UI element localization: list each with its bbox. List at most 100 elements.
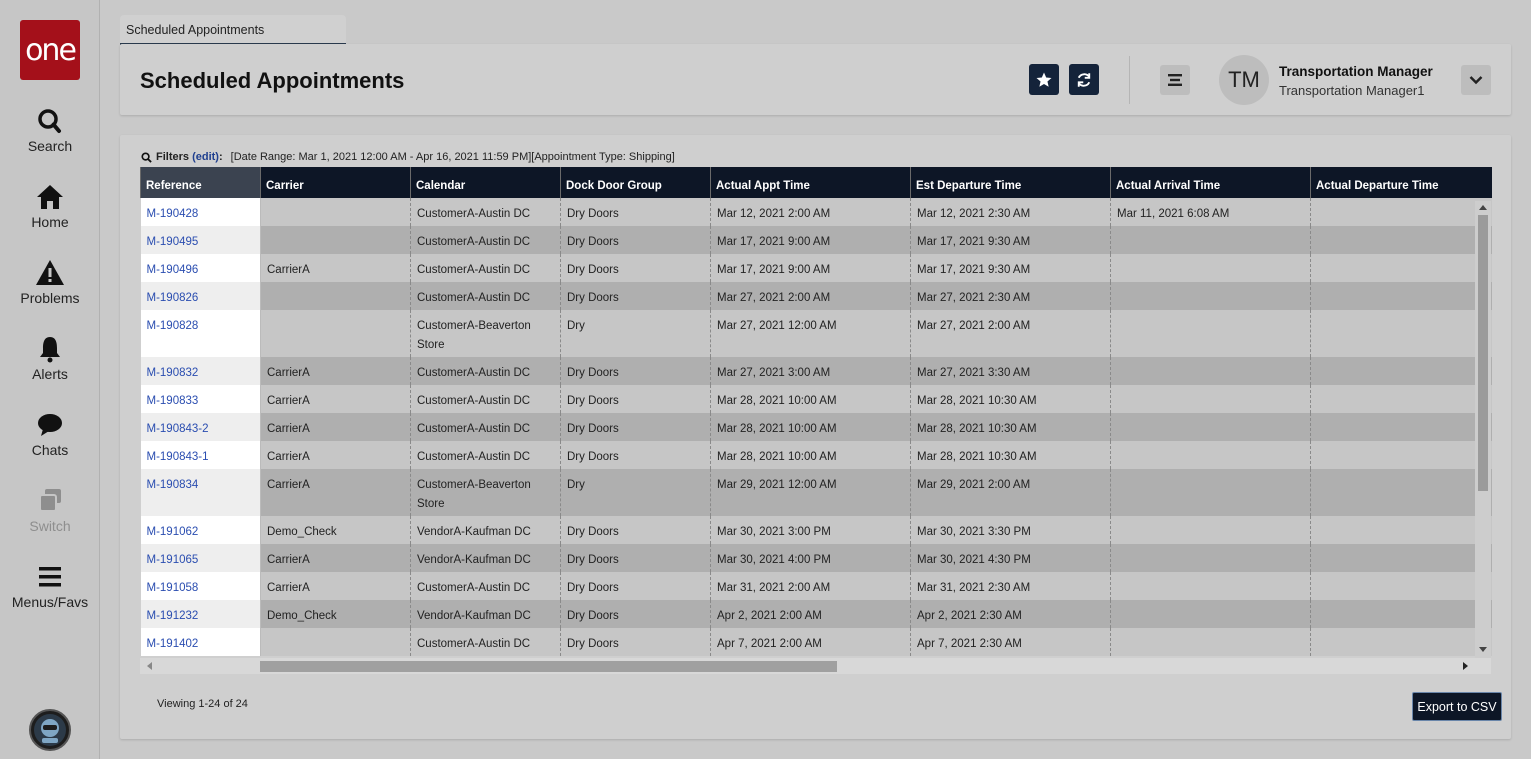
page-menu-button[interactable] <box>1160 65 1190 95</box>
cell-actual-appt-time: Mar 27, 2021 2:00 AM <box>710 282 911 310</box>
search-icon <box>38 109 61 133</box>
horizontal-scroll-thumb[interactable] <box>260 661 837 672</box>
scroll-right-arrow-icon[interactable] <box>1463 662 1469 670</box>
appointments-table: Reference Carrier Calendar Dock Door Gro… <box>140 167 1492 656</box>
nav-alerts-label: Alerts <box>32 366 68 382</box>
table-row[interactable]: M-190833 CarrierA CustomerA-Austin DC Dry D… <box>140 385 1492 413</box>
filters-edit-link[interactable]: (edit) <box>192 151 219 163</box>
cell-dock-door-group: Dry Doors <box>560 385 711 413</box>
cell-reference: M-190843-1 <box>140 441 261 469</box>
table-row[interactable]: M-190428 CustomerA-Austin DC Dry Doors Mar … <box>140 198 1492 226</box>
reference-link[interactable]: M-190843-2 <box>147 423 209 435</box>
cell-dock-door-group: Dry Doors <box>560 413 711 441</box>
cell-est-departure-time: Mar 27, 2021 2:30 AM <box>910 282 1111 310</box>
reference-link[interactable]: M-190495 <box>147 236 199 248</box>
cell-carrier <box>260 628 411 656</box>
reference-link[interactable]: M-190826 <box>147 292 199 304</box>
reference-link[interactable]: M-191065 <box>147 554 199 566</box>
reference-link[interactable]: M-191232 <box>147 610 199 622</box>
vertical-scroll-thumb[interactable] <box>1478 215 1488 491</box>
table-row[interactable]: M-190843-1 CarrierA CustomerA-Austin DC Dry… <box>140 441 1492 469</box>
cell-calendar: CustomerA-Austin DC <box>410 282 561 310</box>
reference-link[interactable]: M-190828 <box>147 320 199 332</box>
table-row[interactable]: M-190495 CustomerA-Austin DC Dry Doors Mar … <box>140 226 1492 254</box>
assistant-avatar[interactable] <box>29 709 71 751</box>
cell-dock-door-group: Dry Doors <box>560 226 711 254</box>
user-name: Transportation Manager <box>1279 64 1433 79</box>
column-header-actual-arrival-time[interactable]: Actual Arrival Time <box>1110 167 1311 198</box>
filters-colon: : <box>218 151 223 163</box>
table-row[interactable]: M-191065 CarrierA VendorA-Kaufman DC Dry Do… <box>140 544 1492 572</box>
column-header-actual-departure-time[interactable]: Actual Departure Time <box>1310 167 1492 198</box>
table-row[interactable]: M-190826 CustomerA-Austin DC Dry Doors Mar … <box>140 282 1492 310</box>
column-header-calendar[interactable]: Calendar <box>410 167 561 198</box>
column-header-carrier[interactable]: Carrier <box>260 167 411 198</box>
nav-chats-label: Chats <box>31 442 69 458</box>
cell-est-departure-time: Mar 12, 2021 2:30 AM <box>910 198 1111 226</box>
reference-link[interactable]: M-191058 <box>147 582 199 594</box>
reference-link[interactable]: M-190496 <box>147 264 199 276</box>
column-header-dock-door-group[interactable]: Dock Door Group <box>560 167 711 198</box>
scroll-up-arrow-icon[interactable] <box>1479 204 1487 210</box>
brand-logo[interactable]: one <box>20 20 80 80</box>
reference-link[interactable]: M-191402 <box>147 638 199 650</box>
nav-search[interactable]: Search <box>0 107 100 154</box>
tab-scheduled-appointments[interactable]: Scheduled Appointments <box>120 15 346 45</box>
reference-link[interactable]: M-191062 <box>147 526 199 538</box>
nav-home-label: Home <box>31 214 69 230</box>
table-row[interactable]: M-190832 CarrierA CustomerA-Austin DC Dry D… <box>140 357 1492 385</box>
cell-actual-departure-time <box>1310 469 1492 516</box>
table-row[interactable]: M-191232 Demo_Check VendorA-Kaufman DC Dry … <box>140 600 1492 628</box>
cell-dock-door-group: Dry Doors <box>560 198 711 226</box>
cell-actual-appt-time: Apr 7, 2021 2:00 AM <box>710 628 911 656</box>
table-body: M-190428 CustomerA-Austin DC Dry Doors Mar … <box>140 198 1492 656</box>
cell-carrier <box>260 310 411 357</box>
cell-est-departure-time: Mar 31, 2021 2:30 AM <box>910 572 1111 600</box>
table-row[interactable]: M-191062 Demo_Check VendorA-Kaufman DC Dry … <box>140 516 1492 544</box>
table-row[interactable]: M-190828 CustomerA-Beaverton Store Dry Mar … <box>140 310 1492 357</box>
table-row[interactable]: M-190496 CarrierA CustomerA-Austin DC Dry D… <box>140 254 1492 282</box>
table-row[interactable]: M-190834 CarrierA CustomerA-Beaverton Stor… <box>140 469 1492 516</box>
favorite-button[interactable] <box>1029 64 1059 95</box>
cell-dock-door-group: Dry Doors <box>560 357 711 385</box>
table-row[interactable]: M-191058 CarrierA CustomerA-Austin DC Dry D… <box>140 572 1492 600</box>
reference-link[interactable]: M-190843-1 <box>147 451 209 463</box>
refresh-button[interactable] <box>1069 64 1099 95</box>
cell-reference: M-190828 <box>140 310 261 357</box>
user-dropdown-button[interactable] <box>1461 65 1491 95</box>
nav-chats[interactable]: Chats <box>0 411 100 458</box>
user-avatar[interactable]: TM <box>1219 55 1269 105</box>
cell-actual-arrival-time <box>1110 441 1311 469</box>
chat-bubble-icon <box>38 414 62 436</box>
cell-actual-departure-time <box>1310 441 1492 469</box>
nav-menus-favs[interactable]: Menus/Favs <box>0 563 100 610</box>
scroll-down-arrow-icon[interactable] <box>1479 647 1487 653</box>
export-csv-button[interactable]: Export to CSV <box>1412 692 1502 721</box>
column-header-reference[interactable]: Reference <box>140 167 261 198</box>
cell-actual-departure-time <box>1310 628 1492 656</box>
cell-carrier: CarrierA <box>260 357 411 385</box>
cell-actual-appt-time: Mar 30, 2021 3:00 PM <box>710 516 911 544</box>
column-header-est-departure-time[interactable]: Est Departure Time <box>910 167 1111 198</box>
cell-dock-door-group: Dry Doors <box>560 254 711 282</box>
table-row[interactable]: M-191402 CustomerA-Austin DC Dry Doors Apr … <box>140 628 1492 656</box>
reference-link[interactable]: M-190834 <box>147 479 199 491</box>
cell-actual-appt-time: Mar 30, 2021 4:00 PM <box>710 544 911 572</box>
cell-carrier <box>260 282 411 310</box>
nav-home[interactable]: Home <box>0 183 100 230</box>
cell-carrier: Demo_Check <box>260 516 411 544</box>
cell-est-departure-time: Mar 28, 2021 10:30 AM <box>910 441 1111 469</box>
horizontal-scrollbar[interactable] <box>140 658 1491 674</box>
cell-actual-appt-time: Mar 28, 2021 10:00 AM <box>710 413 911 441</box>
nav-alerts[interactable]: Alerts <box>0 335 100 382</box>
reference-link[interactable]: M-190832 <box>147 367 199 379</box>
cell-est-departure-time: Mar 28, 2021 10:30 AM <box>910 413 1111 441</box>
reference-link[interactable]: M-190428 <box>147 208 199 220</box>
table-row[interactable]: M-190843-2 CarrierA CustomerA-Austin DC Dry… <box>140 413 1492 441</box>
scroll-left-arrow-icon[interactable] <box>146 662 152 670</box>
nav-problems[interactable]: Problems <box>0 259 100 306</box>
vertical-scrollbar[interactable] <box>1475 201 1491 658</box>
cell-calendar: CustomerA-Austin DC <box>410 413 561 441</box>
reference-link[interactable]: M-190833 <box>147 395 199 407</box>
column-header-actual-appt-time[interactable]: Actual Appt Time <box>710 167 911 198</box>
